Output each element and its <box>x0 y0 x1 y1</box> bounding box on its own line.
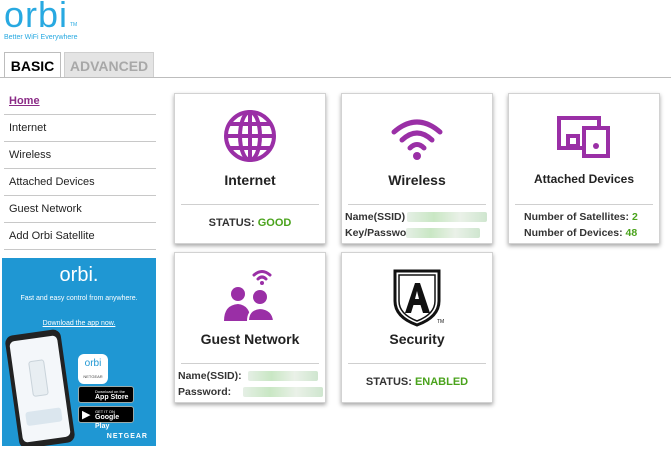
sidebar-item-wireless[interactable]: Wireless <box>4 142 156 169</box>
wifi-icon <box>391 119 443 160</box>
app-store-label: App Store <box>95 394 129 401</box>
security-status-label: STATUS: <box>365 376 412 388</box>
promo-text: Fast and easy control from anywhere. <box>20 295 138 302</box>
orbi-app-icon-sub: NETGEAR <box>83 374 103 379</box>
orbi-logo: orbi TM Better WiFi Everywhere <box>4 0 94 46</box>
guest-ssid-label: Name(SSID): <box>178 370 242 382</box>
sidebar-item-home[interactable]: Home <box>4 88 156 115</box>
wireless-key-redacted <box>406 228 481 239</box>
satellites-label: Number of Satellites: <box>524 211 630 223</box>
sidebar: Home Internet Wireless Attached Devices … <box>4 88 156 250</box>
security-card-title: Security <box>389 331 445 347</box>
devices-icon <box>557 116 610 158</box>
security-tm: TM <box>437 319 444 325</box>
security-card[interactable]: TM Security STATUS: ENABLED <box>341 252 493 403</box>
shield-a-icon: TM <box>393 269 444 327</box>
globe-icon <box>224 110 276 162</box>
guest-network-info: Name(SSID): Password: <box>178 368 324 400</box>
devices-value: 48 <box>625 227 638 239</box>
internet-card-title: Internet <box>224 172 276 188</box>
logo-tagline: Better WiFi Everywhere <box>4 34 78 41</box>
phone-illustration <box>4 328 76 446</box>
orbi-app-promo: orbi. Fast and easy control from anywher… <box>2 258 156 446</box>
wireless-key-label: Key/Passwo <box>345 227 407 239</box>
guest-ssid-redacted <box>247 371 318 382</box>
orbi-app-icon-word: orbi <box>84 358 102 369</box>
wireless-card-title: Wireless <box>388 172 446 188</box>
attached-devices-card-title: Attached Devices <box>533 172 635 186</box>
download-app-link[interactable]: Download the app now. <box>2 320 156 327</box>
tab-basic[interactable]: BASIC <box>4 52 61 78</box>
attached-devices-card[interactable]: Attached Devices Number of Satellites: 2… <box>508 93 660 244</box>
tab-advanced[interactable]: ADVANCED <box>64 52 154 78</box>
security-status-value: ENABLED <box>414 376 469 388</box>
sidebar-item-add-orbi-satellite[interactable]: Add Orbi Satellite <box>4 223 156 250</box>
google-play-button[interactable]: ▶ GET IT ON Google Play <box>78 406 134 430</box>
guest-password-redacted <box>243 387 324 398</box>
sidebar-item-internet[interactable]: Internet <box>4 115 156 142</box>
google-play-label: Google Play <box>95 414 120 430</box>
guest-network-card-title: Guest Network <box>200 331 300 347</box>
app-store-button[interactable]: Download on the App Store <box>78 386 134 403</box>
tab-divider <box>0 77 671 78</box>
internet-card[interactable]: Internet STATUS: GOOD <box>174 93 326 244</box>
security-status: STATUS: ENABLED <box>342 376 492 388</box>
wireless-ssid-label: Name(SSID) <box>345 211 406 223</box>
guest-network-card[interactable]: Guest Network Name(SSID): Password: <box>174 252 326 403</box>
internet-status-value: GOOD <box>257 217 292 229</box>
internet-status-label: STATUS: <box>208 217 255 229</box>
wireless-ssid-redacted <box>407 212 488 223</box>
play-icon: ▶ <box>82 409 91 421</box>
wireless-card[interactable]: Wireless Name(SSID) Key/Passwo <box>341 93 493 244</box>
guest-users-icon <box>224 270 276 322</box>
sidebar-item-guest-network[interactable]: Guest Network <box>4 196 156 223</box>
attached-devices-info: Number of Satellites: 2 Number of Device… <box>524 209 638 241</box>
devices-label: Number of Devices: <box>524 227 623 239</box>
logo-word: orbi <box>4 0 69 35</box>
sidebar-item-attached-devices[interactable]: Attached Devices <box>4 169 156 196</box>
satellites-value: 2 <box>631 211 638 223</box>
wireless-info: Name(SSID) Key/Passwo <box>345 209 488 241</box>
logo-tm: TM <box>70 22 78 28</box>
guest-password-label: Password: <box>178 386 232 398</box>
orbi-app-icon: orbi NETGEAR <box>78 354 108 384</box>
internet-status: STATUS: GOOD <box>175 217 325 229</box>
promo-logo: orbi. <box>59 264 99 286</box>
netgear-brand: NETGEAR <box>106 433 148 440</box>
